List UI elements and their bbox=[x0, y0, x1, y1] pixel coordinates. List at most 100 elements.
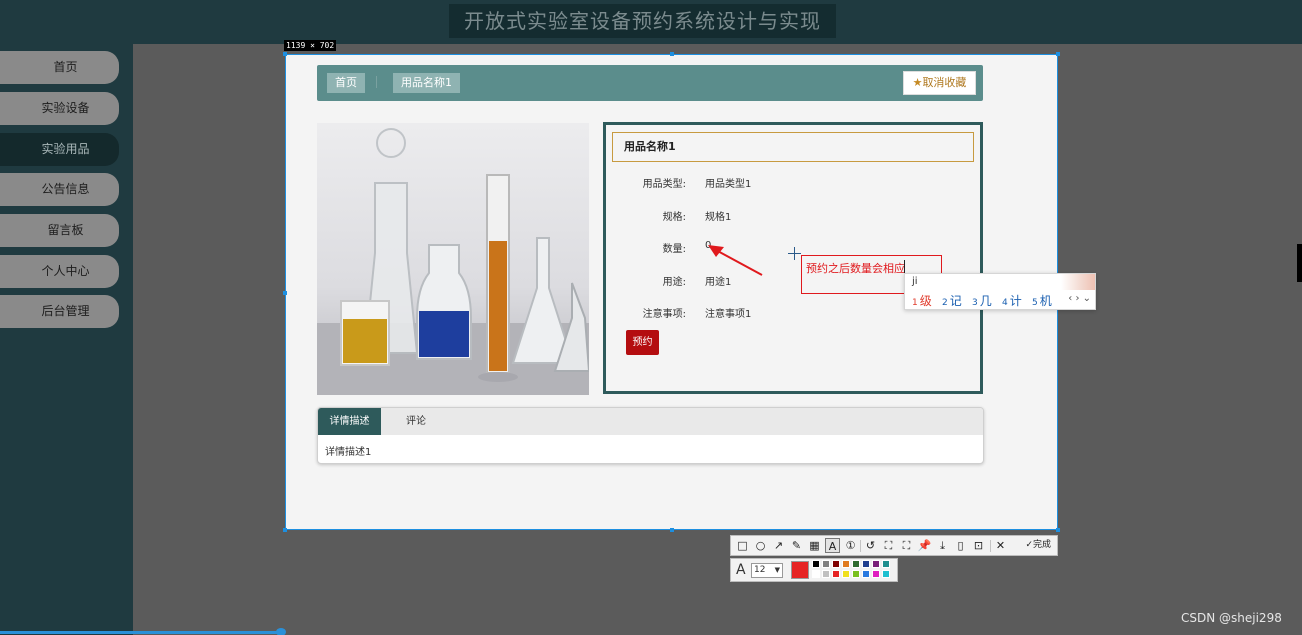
watermark: CSDN @sheji298 bbox=[1181, 611, 1282, 625]
ime-candidate[interactable]: 5机 bbox=[1032, 292, 1052, 309]
font-size-select[interactable]: 12 ▼ bbox=[751, 563, 783, 578]
color-swatch[interactable] bbox=[852, 560, 860, 568]
field-label-quantity: 数量: bbox=[662, 244, 686, 255]
breadcrumb-home[interactable]: 首页 bbox=[327, 73, 365, 93]
bookmark-icon[interactable]: ⊡ bbox=[971, 538, 986, 553]
done-label: 完成 bbox=[1032, 540, 1051, 550]
detail-tabs: 详情描述 评论 详情描述1 bbox=[317, 407, 984, 464]
field-label-type: 用品类型: bbox=[642, 179, 686, 190]
tab-detail-description[interactable]: 详情描述 bbox=[318, 408, 381, 435]
field-value-spec: 规格1 bbox=[705, 212, 732, 223]
ime-candidate[interactable]: 1级 bbox=[912, 292, 932, 309]
color-swatch[interactable] bbox=[822, 560, 830, 568]
text-tool-icon[interactable]: A bbox=[825, 538, 840, 553]
text-caret bbox=[904, 260, 905, 274]
resize-handle-bottom-left[interactable] bbox=[283, 528, 287, 532]
mosaic-tool-icon[interactable]: ▦ bbox=[807, 538, 822, 553]
resize-handle-bottom[interactable] bbox=[670, 528, 674, 532]
sidebar: 首页 实验设备 实验用品 公告信息 留言板 个人中心 后台管理 bbox=[0, 44, 133, 635]
progress-handle[interactable] bbox=[276, 628, 286, 635]
color-swatch[interactable] bbox=[832, 560, 840, 568]
app-header: 开放式实验室设备预约系统设计与实现 bbox=[0, 0, 1302, 44]
color-swatch[interactable] bbox=[842, 560, 850, 568]
annotation-arrow bbox=[708, 245, 763, 276]
breadcrumb: 首页 用品名称1 ★取消收藏 bbox=[317, 65, 983, 101]
number-marker-icon[interactable]: ① bbox=[843, 538, 858, 553]
sidebar-item-lab-supplies[interactable]: 实验用品 bbox=[0, 133, 119, 166]
save-icon[interactable]: ▯ bbox=[953, 538, 968, 553]
undo-icon[interactable]: ↺ bbox=[863, 538, 878, 553]
ime-candidate[interactable]: 3几 bbox=[972, 292, 992, 309]
resize-handle-bottom-right[interactable] bbox=[1056, 528, 1060, 532]
field-label-spec: 规格: bbox=[662, 212, 686, 223]
ime-candidate-window: ji 1级 2记 3几 4计 5机 ‹ › ⌄ bbox=[904, 273, 1096, 310]
ime-page-nav-icon[interactable]: ‹ › ⌄ bbox=[1068, 293, 1091, 304]
field-label-usage: 用途: bbox=[662, 277, 686, 288]
color-swatch[interactable] bbox=[882, 570, 890, 578]
field-value-notes: 注意事项1 bbox=[705, 309, 752, 320]
rectangle-tool-icon[interactable]: □ bbox=[735, 538, 750, 553]
done-button[interactable]: ✓完成 bbox=[1025, 538, 1051, 553]
pen-tool-icon[interactable]: ✎ bbox=[789, 538, 804, 553]
tab-content: 详情描述1 bbox=[325, 447, 372, 458]
font-icon: A bbox=[736, 562, 746, 578]
translate-icon[interactable]: ⛶ bbox=[899, 538, 914, 553]
ime-candidate[interactable]: 4计 bbox=[1002, 292, 1022, 309]
sidebar-item-message-board[interactable]: 留言板 bbox=[0, 214, 119, 247]
sidebar-item-home[interactable]: 首页 bbox=[0, 51, 119, 84]
unfavorite-label: 取消收藏 bbox=[922, 76, 967, 89]
snip-toolbar: □ ○ ↗ ✎ ▦ A ① ↺ ⛶ ⛶ 📌 ⤓ ▯ ⊡ ✕ ✓完成 bbox=[730, 535, 1058, 556]
ime-skin-decoration bbox=[1061, 274, 1095, 290]
breadcrumb-separator bbox=[376, 76, 377, 88]
annotation-text: 预约之后数量会相应 bbox=[806, 262, 905, 275]
pin-icon[interactable]: 📌 bbox=[917, 538, 932, 553]
resize-handle-left[interactable] bbox=[283, 291, 287, 295]
breadcrumb-current[interactable]: 用品名称1 bbox=[393, 73, 460, 93]
reserve-button[interactable]: 预约 bbox=[626, 330, 659, 355]
resize-handle-top[interactable] bbox=[670, 52, 674, 56]
color-swatch[interactable] bbox=[852, 570, 860, 578]
color-swatch[interactable] bbox=[882, 560, 890, 568]
check-icon: ✓ bbox=[1025, 540, 1033, 550]
unfavorite-button[interactable]: ★取消收藏 bbox=[903, 71, 976, 95]
color-swatch[interactable] bbox=[832, 570, 840, 578]
arrow-tool-icon[interactable]: ↗ bbox=[771, 538, 786, 553]
sidebar-item-personal-center[interactable]: 个人中心 bbox=[0, 255, 119, 288]
sidebar-item-announcements[interactable]: 公告信息 bbox=[0, 173, 119, 206]
sidebar-item-admin[interactable]: 后台管理 bbox=[0, 295, 119, 328]
tab-comments[interactable]: 评论 bbox=[390, 408, 442, 435]
color-swatch[interactable] bbox=[862, 560, 870, 568]
color-swatch[interactable] bbox=[812, 570, 820, 578]
sidebar-item-lab-equipment[interactable]: 实验设备 bbox=[0, 92, 119, 125]
resize-handle-top-right[interactable] bbox=[1056, 52, 1060, 56]
resize-handle-top-left[interactable] bbox=[283, 52, 287, 56]
ocr-icon[interactable]: ⛶ bbox=[881, 538, 896, 553]
ellipse-tool-icon[interactable]: ○ bbox=[753, 538, 768, 553]
font-size-value: 12 bbox=[754, 565, 766, 575]
field-label-notes: 注意事项: bbox=[642, 309, 686, 320]
ime-composition: ji bbox=[912, 276, 918, 287]
color-swatch[interactable] bbox=[822, 570, 830, 578]
color-swatch[interactable] bbox=[812, 560, 820, 568]
color-swatch[interactable] bbox=[872, 570, 880, 578]
current-color-swatch[interactable] bbox=[791, 561, 809, 579]
progress-line bbox=[0, 631, 282, 634]
toolbar-separator bbox=[990, 540, 991, 552]
field-value-type: 用品类型1 bbox=[705, 179, 752, 190]
color-swatch[interactable] bbox=[862, 570, 870, 578]
text-style-toolbar: A 12 ▼ bbox=[730, 558, 898, 582]
chevron-down-icon: ▼ bbox=[774, 566, 780, 574]
color-swatch[interactable] bbox=[842, 570, 850, 578]
ime-candidate[interactable]: 2记 bbox=[942, 292, 962, 309]
tab-strip: 详情描述 评论 bbox=[318, 408, 983, 435]
labware-illustration bbox=[317, 128, 589, 395]
capture-size-label: 1139 × 702 bbox=[284, 40, 337, 51]
edge-marker bbox=[1297, 244, 1302, 282]
close-icon[interactable]: ✕ bbox=[993, 538, 1008, 553]
crosshair-cursor-icon bbox=[788, 247, 801, 260]
star-icon: ★ bbox=[912, 76, 923, 89]
download-icon[interactable]: ⤓ bbox=[935, 538, 950, 553]
app-title: 开放式实验室设备预约系统设计与实现 bbox=[449, 4, 836, 38]
toolbar-separator bbox=[860, 540, 861, 552]
color-swatch[interactable] bbox=[872, 560, 880, 568]
